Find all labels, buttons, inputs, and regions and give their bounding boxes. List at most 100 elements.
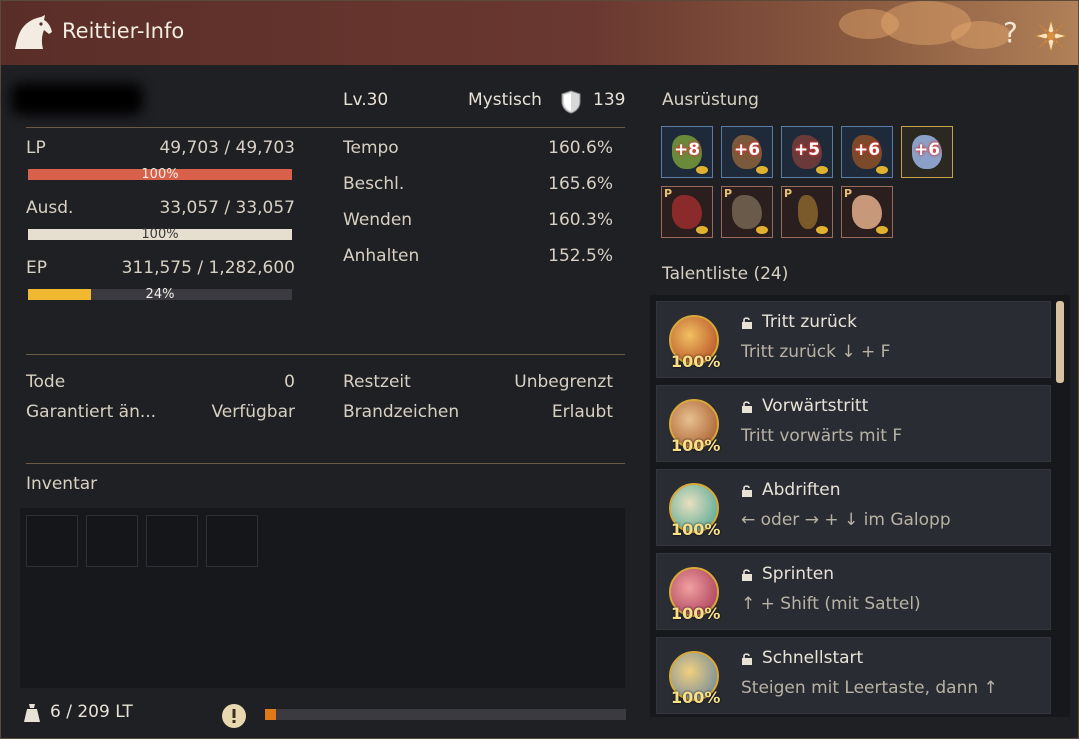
talent-percent: 100% xyxy=(671,688,721,707)
help-button[interactable]: ? xyxy=(1003,15,1018,51)
talent-item[interactable]: 100% Tritt zurück Tritt zurück ↓ + F xyxy=(656,301,1051,378)
talent-percent: 100% xyxy=(671,520,721,539)
guaranteed-change-label: Garantiert än... xyxy=(26,402,157,422)
equipment-slot[interactable]: +8 xyxy=(661,126,713,178)
deaths-label: Tode xyxy=(26,372,66,392)
pet-image xyxy=(798,195,818,229)
ep-percent: 24% xyxy=(145,287,175,302)
coin-icon xyxy=(756,226,768,234)
coin-icon xyxy=(696,226,708,234)
mount-power: 139 xyxy=(593,90,626,110)
remaining-time-value: Unbegrenzt xyxy=(514,372,613,392)
lp-value: 49,703 / 49,703 xyxy=(159,138,295,158)
enhance-level: +6 xyxy=(913,140,941,160)
pet-marker: P xyxy=(844,187,853,200)
pet-marker: P xyxy=(784,187,793,200)
coin-icon xyxy=(696,166,708,174)
talent-percent: 100% xyxy=(671,604,721,623)
coin-icon xyxy=(816,226,828,234)
talent-name: Schnellstart xyxy=(762,648,864,668)
talent-item[interactable]: 100% Vorwärtstritt Tritt vorwärts mit F xyxy=(656,385,1051,462)
ep-bar: 24% xyxy=(28,287,292,302)
talent-scrollbar[interactable] xyxy=(1056,301,1064,383)
pet-marker: P xyxy=(664,187,673,200)
equipment-label: Ausrüstung xyxy=(662,90,759,110)
settings-flower-icon[interactable] xyxy=(1034,19,1068,53)
talent-description: ← oder → + ↓ im Galopp xyxy=(741,510,951,530)
inventory-slot[interactable] xyxy=(86,515,138,567)
ep-label: EP xyxy=(26,258,47,278)
coin-icon xyxy=(816,166,828,174)
lp-label: LP xyxy=(26,138,46,158)
talent-name: Abdriften xyxy=(762,480,841,500)
window-title: Reittier-Info xyxy=(62,19,185,43)
horse-head-icon xyxy=(15,15,52,49)
stat-value: 160.6% xyxy=(548,138,613,158)
stat-value: 160.3% xyxy=(548,210,613,230)
inventory-slot[interactable] xyxy=(26,515,78,567)
stamina-bar: 100% xyxy=(28,227,292,242)
talent-list-label: Talentliste (24) xyxy=(662,264,789,284)
brand-value: Erlaubt xyxy=(551,402,613,422)
enhance-level: +6 xyxy=(853,140,881,160)
talent-description: Tritt zurück ↓ + F xyxy=(741,342,891,362)
deaths-value: 0 xyxy=(284,372,295,392)
enhance-level: +5 xyxy=(793,140,821,160)
equipment-slot[interactable]: +6 xyxy=(841,126,893,178)
enhance-level: +6 xyxy=(733,140,761,160)
stat-label: Wenden xyxy=(343,210,413,230)
weight-bar-fill xyxy=(265,709,276,720)
coin-icon xyxy=(876,226,888,234)
pet-image xyxy=(732,195,762,229)
pet-slot[interactable]: P xyxy=(781,186,833,238)
coin-icon xyxy=(876,166,888,174)
talent-item[interactable]: 100% Schnellstart Steigen mit Leertaste, d… xyxy=(656,637,1051,714)
equipment-slot[interactable]: +6 xyxy=(721,126,773,178)
mount-name-blurred xyxy=(11,83,143,115)
stamina-label: Ausd. xyxy=(26,198,74,218)
inventory-slot[interactable] xyxy=(146,515,198,567)
stat-label: Beschl. xyxy=(343,174,405,194)
stat-value: 165.6% xyxy=(548,174,613,194)
guaranteed-change-value: Verfügbar xyxy=(211,402,295,422)
title-bar[interactable]: Reittier-Info ? xyxy=(1,1,1078,65)
mount-level: Lv.30 xyxy=(343,90,389,110)
shield-icon xyxy=(561,90,581,114)
ep-value: 311,575 / 1,282,600 xyxy=(121,258,295,278)
weight-bar xyxy=(265,709,626,720)
unlock-icon xyxy=(742,317,752,329)
weight-icon xyxy=(24,704,40,722)
unlock-icon xyxy=(742,653,752,665)
coin-icon xyxy=(756,166,768,174)
brand-label: Brandzeichen xyxy=(343,402,460,422)
stat-value: 152.5% xyxy=(548,246,613,266)
pet-slot[interactable]: P xyxy=(841,186,893,238)
talent-item[interactable]: 100% Abdriften ← oder → + ↓ im Galopp xyxy=(656,469,1051,546)
pet-slot[interactable]: P xyxy=(721,186,773,238)
lp-percent: 100% xyxy=(141,167,179,182)
divider xyxy=(26,463,625,464)
pet-marker: P xyxy=(724,187,733,200)
pet-image xyxy=(672,195,702,229)
talent-item[interactable]: 100% Sprinten ↑ + Shift (mit Sattel) xyxy=(656,553,1051,630)
stamina-value: 33,057 / 33,057 xyxy=(159,198,295,218)
pet-image xyxy=(852,195,882,229)
pet-slot[interactable]: P xyxy=(661,186,713,238)
equipment-slot[interactable]: +6 xyxy=(901,126,953,178)
remaining-time-label: Restzeit xyxy=(343,372,411,392)
enhance-level: +8 xyxy=(673,140,701,160)
talent-description: Tritt vorwärts mit F xyxy=(741,426,903,446)
lp-bar: 100% xyxy=(28,167,292,182)
warning-icon[interactable] xyxy=(221,703,247,729)
talent-name: Tritt zurück xyxy=(762,312,857,332)
inventory-label: Inventar xyxy=(26,474,98,494)
stat-label: Anhalten xyxy=(343,246,420,266)
unlock-icon xyxy=(742,569,752,581)
inventory-slot[interactable] xyxy=(206,515,258,567)
divider xyxy=(26,127,625,128)
talent-percent: 100% xyxy=(671,352,721,371)
equipment-slot[interactable]: +5 xyxy=(781,126,833,178)
mount-grade: Mystisch xyxy=(468,90,542,110)
stat-label: Tempo xyxy=(343,138,399,158)
divider xyxy=(26,354,625,355)
